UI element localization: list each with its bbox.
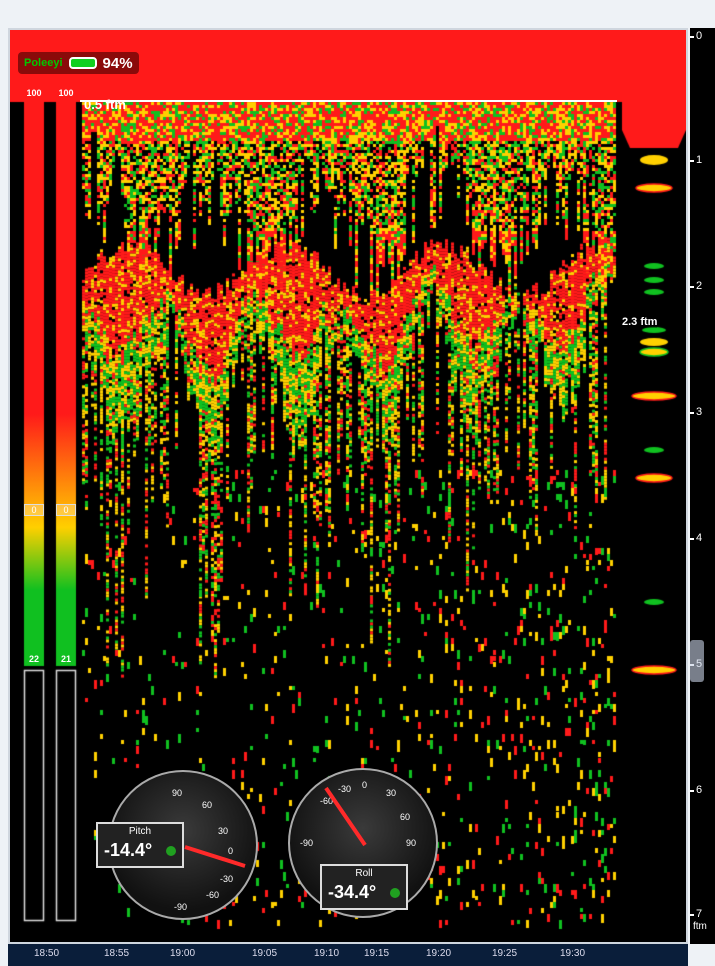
roll-tick-0: 0 bbox=[362, 780, 367, 790]
pitch-value: -14.4° bbox=[104, 840, 153, 860]
time-tick: 19:25 bbox=[492, 948, 518, 959]
bar2-mid-label: 0 bbox=[56, 504, 76, 516]
depth-tick: 7 bbox=[689, 908, 703, 920]
depth-unit: ftm bbox=[693, 921, 707, 932]
depth-marker-2[interactable]: 2.3 ftm bbox=[622, 316, 658, 328]
bar2-bottom-label: 21 bbox=[60, 654, 71, 664]
battery-icon bbox=[68, 57, 97, 69]
depth-tick: 3 bbox=[689, 406, 703, 418]
pitch-status-dot bbox=[166, 846, 176, 856]
pitch-tick-30: 30 bbox=[218, 826, 228, 836]
time-tick: 19:10 bbox=[314, 948, 340, 959]
roll-tick-30: 30 bbox=[386, 788, 396, 798]
scroll-handle[interactable] bbox=[690, 640, 704, 682]
bar2-top-label: 100 bbox=[58, 88, 74, 98]
sensor-status[interactable]: Poleeyi 94% bbox=[18, 52, 139, 74]
roll-needle bbox=[324, 786, 367, 847]
depth-tick: 4 bbox=[689, 532, 703, 544]
pitch-tick-neg90: -90 bbox=[174, 902, 187, 912]
pitch-tick-90: 90 bbox=[172, 788, 182, 798]
pitch-readout: Pitch -14.4° bbox=[96, 822, 184, 868]
pitch-title: Pitch bbox=[128, 826, 152, 837]
time-tick: 19:00 bbox=[170, 948, 196, 959]
depth-tick: 6 bbox=[689, 784, 703, 796]
roll-tick-neg90: -90 bbox=[300, 838, 313, 848]
depth-tick: 0 bbox=[689, 30, 703, 42]
time-tick: 18:50 bbox=[34, 948, 60, 959]
roll-tick-neg30: -30 bbox=[338, 784, 351, 794]
roll-readout: Roll -34.4° bbox=[320, 864, 408, 910]
bar1-top-label: 100 bbox=[26, 88, 42, 98]
roll-tick-90: 90 bbox=[406, 838, 416, 848]
pitch-tick-neg30: -30 bbox=[220, 874, 233, 884]
bar1-mid-label: 0 bbox=[24, 504, 44, 516]
roll-title: Roll bbox=[355, 868, 373, 879]
pitch-tick-60: 60 bbox=[202, 800, 212, 810]
depth-marker-top[interactable]: 0.5 ftm bbox=[84, 97, 126, 112]
time-tick: 19:30 bbox=[560, 948, 586, 959]
pitch-tick-neg60: -60 bbox=[206, 890, 219, 900]
roll-status-dot bbox=[390, 888, 400, 898]
pitch-tick-0: 0 bbox=[228, 846, 233, 856]
roll-tick-60: 60 bbox=[400, 812, 410, 822]
time-tick: 19:20 bbox=[426, 948, 452, 959]
depth-scale: 0 1 2 3 4 5 6 7 ftm bbox=[689, 28, 715, 944]
battery-percentage: 94% bbox=[102, 54, 133, 72]
depth-tick: 1 bbox=[689, 154, 703, 166]
bar1-bottom-label: 22 bbox=[28, 654, 39, 664]
sensor-name: Poleeyi bbox=[24, 57, 63, 69]
time-axis: 18:50 18:55 19:00 19:05 19:10 19:15 19:2… bbox=[8, 944, 688, 966]
depth-tick: 2 bbox=[689, 280, 703, 292]
time-tick: 18:55 bbox=[104, 948, 130, 959]
roll-value: -34.4° bbox=[328, 882, 377, 902]
time-tick: 19:15 bbox=[364, 948, 390, 959]
pitch-needle bbox=[184, 845, 246, 868]
time-tick: 19:05 bbox=[252, 948, 278, 959]
depth-marker-line[interactable] bbox=[80, 100, 617, 102]
